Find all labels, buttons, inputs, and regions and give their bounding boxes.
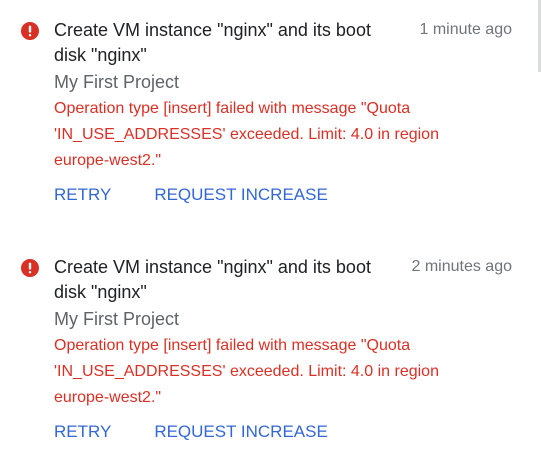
notification-project: My First Project [54, 72, 180, 92]
notification-time: 1 minute ago [419, 21, 512, 38]
notification-actions: RETRY REQUEST INCREASE [54, 183, 328, 207]
notification-title: Create VM instance "nginx" and its boot … [54, 20, 371, 65]
notification-project: My First Project [54, 309, 180, 329]
retry-button[interactable]: RETRY [54, 183, 111, 207]
retry-button[interactable]: RETRY [54, 420, 111, 444]
notifications-panel: Create VM instance "nginx" and its boot … [0, 0, 541, 467]
request-increase-button[interactable]: REQUEST INCREASE [154, 183, 328, 207]
error-message: Operation type [insert] failed with mess… [54, 100, 439, 169]
notification-actions: RETRY REQUEST INCREASE [54, 420, 328, 444]
request-increase-button[interactable]: REQUEST INCREASE [154, 420, 328, 444]
error-message: Operation type [insert] failed with mess… [54, 337, 439, 406]
notification-time: 2 minutes ago [411, 258, 512, 275]
error-icon [21, 22, 39, 40]
notification-title: Create VM instance "nginx" and its boot … [54, 257, 371, 302]
error-icon [21, 259, 39, 277]
